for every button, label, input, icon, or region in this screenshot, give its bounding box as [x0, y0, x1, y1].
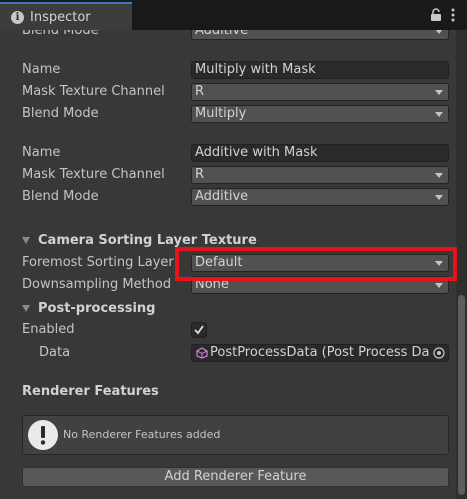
renderer-features-header: Renderer Features — [0, 381, 456, 403]
foremost-sorting-layer-row: Foremost Sorting Layer Default — [0, 252, 456, 274]
name-field[interactable]: Additive with Mask — [191, 144, 449, 162]
blend-mode-dropdown[interactable]: Additive — [191, 30, 449, 40]
menu-icon[interactable] — [451, 8, 455, 22]
chevron-down-icon — [435, 261, 443, 266]
mask-channel-row: Mask Texture Channel R — [0, 164, 456, 186]
mask-channel-dropdown[interactable]: R — [191, 166, 449, 184]
dropdown-value: Additive — [195, 30, 249, 38]
inspector-content: Blend Mode Additive Name Multiply with M… — [0, 30, 456, 499]
blend-mode-row-top: Blend Mode Additive — [0, 30, 456, 42]
tab-label: Inspector — [30, 9, 91, 25]
chevron-down-icon — [435, 112, 443, 117]
dropdown-value: Default — [195, 255, 243, 270]
blend-mode-dropdown[interactable]: Additive — [191, 188, 449, 206]
enabled-label: Enabled — [22, 322, 75, 337]
foldout-arrow-icon — [22, 237, 30, 244]
window-titlebar: i Inspector — [0, 0, 467, 30]
checkmark-icon — [194, 325, 204, 335]
target-icon — [433, 347, 445, 359]
warning-icon — [28, 420, 58, 450]
scrollbar[interactable] — [456, 30, 467, 499]
blend-mode-label: Blend Mode — [22, 189, 99, 204]
mask-channel-label: Mask Texture Channel — [22, 84, 165, 99]
blend-mode-row: Blend Mode Additive — [0, 186, 456, 208]
name-field[interactable]: Multiply with Mask — [191, 61, 449, 79]
name-label: Name — [22, 145, 61, 160]
asset-icon — [196, 347, 208, 359]
chevron-down-icon — [435, 90, 443, 95]
mask-channel-row: Mask Texture Channel R — [0, 81, 456, 103]
foldout-arrow-icon — [22, 305, 30, 312]
mask-channel-label: Mask Texture Channel — [22, 167, 165, 182]
info-icon: i — [11, 10, 24, 24]
object-picker-button[interactable] — [430, 345, 448, 361]
section-title: Camera Sorting Layer Texture — [38, 233, 257, 248]
scrollbar-thumb[interactable] — [458, 295, 465, 495]
data-row: Data PostProcessData (Post Process Da — [0, 342, 456, 364]
name-row: Name Multiply with Mask — [0, 59, 456, 81]
renderer-features-title: Renderer Features — [22, 384, 159, 399]
dropdown-value: Additive — [195, 189, 249, 204]
section-title: Post-processing — [38, 301, 156, 316]
dropdown-value: R — [195, 167, 205, 182]
chevron-down-icon — [435, 283, 443, 288]
help-message: No Renderer Features added — [63, 428, 221, 441]
enabled-row: Enabled — [0, 319, 456, 341]
camera-sorting-section-header[interactable]: Camera Sorting Layer Texture — [0, 230, 456, 252]
downsampling-method-row: Downsampling Method None — [0, 274, 456, 296]
downsampling-method-dropdown[interactable]: None — [191, 276, 449, 294]
tab-inspector[interactable]: i Inspector — [0, 2, 132, 30]
blend-mode-row: Blend Mode Multiply — [0, 103, 456, 125]
name-row: Name Additive with Mask — [0, 142, 456, 164]
dropdown-value: Multiply — [195, 106, 247, 121]
blend-mode-label: Blend Mode — [22, 30, 99, 38]
chevron-down-icon — [435, 195, 443, 200]
post-processing-section-header[interactable]: Post-processing — [0, 298, 456, 320]
foremost-sorting-layer-label: Foremost Sorting Layer — [22, 255, 174, 270]
downsampling-method-label: Downsampling Method — [22, 277, 172, 292]
dropdown-value: R — [195, 84, 205, 99]
blend-mode-dropdown[interactable]: Multiply — [191, 105, 449, 123]
mask-channel-dropdown[interactable]: R — [191, 83, 449, 101]
foremost-sorting-layer-dropdown[interactable]: Default — [191, 254, 449, 272]
post-process-data-field[interactable]: PostProcessData (Post Process Da — [191, 344, 449, 362]
blend-mode-label: Blend Mode — [22, 106, 99, 121]
add-renderer-feature-button[interactable]: Add Renderer Feature — [22, 467, 449, 487]
help-box: No Renderer Features added — [22, 415, 449, 455]
chevron-down-icon — [435, 30, 443, 34]
object-field-value: PostProcessData (Post Process Da — [210, 345, 430, 360]
name-label: Name — [22, 62, 61, 77]
enabled-checkbox[interactable] — [191, 322, 207, 338]
lock-icon[interactable] — [430, 8, 442, 22]
data-label: Data — [39, 345, 71, 360]
dropdown-value: None — [195, 277, 229, 292]
chevron-down-icon — [435, 173, 443, 178]
